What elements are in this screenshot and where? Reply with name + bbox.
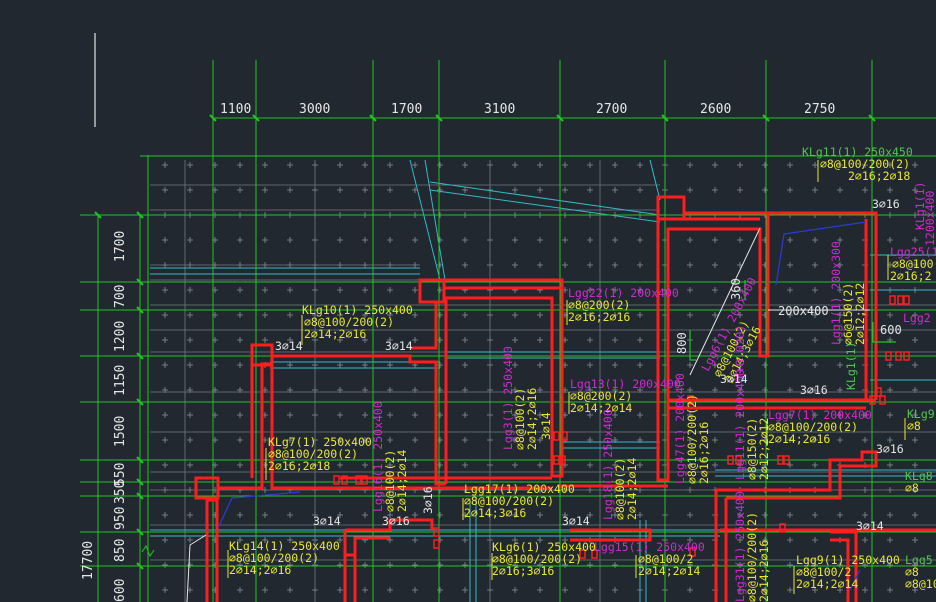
dim-left-7: 350	[113, 481, 128, 504]
klg9-stirrup: ⌀8	[907, 419, 921, 433]
dim-left-8: 950	[113, 507, 128, 530]
dim-left-1: 1700	[113, 231, 128, 262]
dim-top-5: 2700	[596, 102, 627, 117]
lgg17-bars: 2⌀14;3⌀16	[464, 506, 526, 520]
rebar-r7: 3⌀16	[800, 383, 828, 397]
lgg9-bars: 2⌀14;2⌀14	[796, 577, 858, 591]
dim-top-1: 1100	[220, 102, 251, 117]
cad-drawing-canvas[interactable]: 1100 3000 1700 3100 2700 2600 2750 1700 …	[0, 0, 936, 602]
lgg15-bars: 2⌀14;2⌀14	[638, 564, 700, 578]
rebar-r12: 3⌀14	[539, 412, 553, 440]
klg11-bars: 2⌀16;2⌀18	[848, 169, 910, 183]
lgg47-bars: 2⌀16;2⌀16	[697, 422, 711, 484]
dim-left-9: 850	[113, 539, 128, 562]
dim-top-7: 2750	[804, 102, 835, 117]
klg1b-name: KLg1(1)	[844, 342, 858, 390]
note-360: 360	[729, 278, 743, 300]
rebar-r10: 3⌀14	[562, 514, 590, 528]
lgg7-bars: 2⌀14;2⌀16	[768, 432, 830, 446]
lgg-edge1-stirrup: ⌀8@100(2)	[892, 257, 936, 271]
rebar-r5: 3⌀14	[720, 372, 748, 386]
note-beam-200x400: 200x400	[778, 304, 829, 318]
klg7-bars: 2⌀16;2⌀18	[268, 459, 330, 473]
rebar-r11: 3⌀16	[421, 486, 435, 514]
lgg16-bars: 2⌀14;2⌀14	[395, 450, 409, 512]
klg14-bars: 2⌀14;2⌀16	[229, 563, 291, 577]
rebar-r1: 3⌀14	[275, 339, 303, 353]
dim-top-4: 3100	[484, 102, 515, 117]
klg6-bars: 2⌀16;3⌀16	[492, 564, 554, 578]
note-600: 600	[880, 323, 902, 337]
rebar-r8: 3⌀16	[876, 442, 904, 456]
dim-left-4: 1150	[113, 365, 128, 396]
lgg-edge2-stirrup: ⌀8@100(2)	[905, 577, 936, 591]
lgg1-bars: 2⌀12;2⌀12	[853, 283, 867, 345]
lgg31-bars: 2⌀14;2⌀16	[757, 540, 771, 602]
lgg3-bars: 2⌀14;2⌀16	[525, 388, 539, 450]
dim-left-total: 17700	[81, 541, 96, 580]
klg10-bars: 2⌀14;2⌀16	[304, 327, 366, 341]
rebar-r9: 3⌀16	[382, 514, 410, 528]
lgg11-bars: 2⌀12;2⌀12	[757, 418, 771, 480]
dim-left-5: 1500	[113, 416, 128, 447]
dim-top-3: 1700	[391, 102, 422, 117]
note-800: 800	[675, 332, 689, 354]
dim-top-6: 2600	[700, 102, 731, 117]
lgg2-name: Lgg2	[903, 311, 931, 325]
dim-left-10: 600	[113, 579, 128, 602]
klg1-size: 1200x400	[923, 191, 936, 246]
dim-left-3: 1200	[113, 321, 128, 352]
klg8-stirrup: ⌀8	[905, 481, 919, 495]
lgg22-bars: 2⌀16;2⌀16	[568, 310, 630, 324]
dim-left-2: 700	[113, 285, 128, 308]
lgg25-bars: 2⌀16;2	[890, 269, 932, 283]
rebar-r3: 3⌀14	[313, 514, 341, 528]
dim-top-2: 3000	[299, 102, 330, 117]
rebar-r4: 3⌀14	[856, 519, 884, 533]
rebar-r6: 3⌀16	[872, 197, 900, 211]
rebar-r2: 3⌀14	[385, 339, 413, 353]
lgg18-bars: 2⌀14;2⌀14	[625, 458, 639, 520]
